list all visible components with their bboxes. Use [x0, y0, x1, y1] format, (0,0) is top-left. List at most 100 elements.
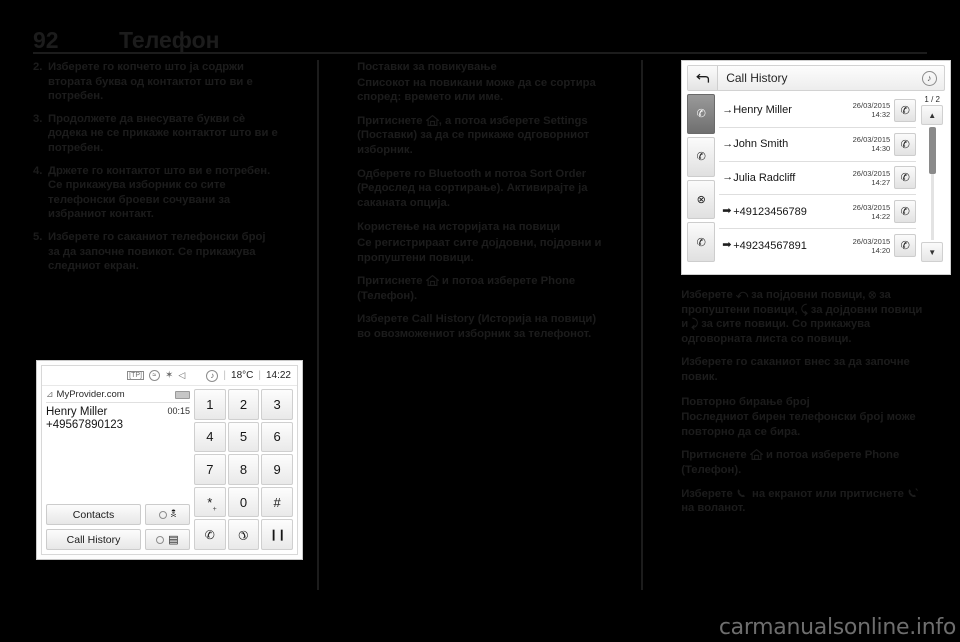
direction-arrow-icon: ➡	[722, 205, 732, 218]
page-indicator: 1 / 2	[924, 95, 940, 104]
hold-call-button[interactable]: ❙❙	[261, 519, 293, 550]
paragraph-text: Одберете го Bluetooth и потоа Sort Order…	[357, 167, 588, 209]
step-number: 2.	[33, 61, 43, 73]
bluetooth-icon: ✶	[164, 370, 174, 381]
call-screen: [TP] ≈ ✶ ◁ ♪ | 18°C | 14:22 ⊿ MyProvider…	[41, 365, 298, 555]
provider-row: ⊿ MyProvider.com	[46, 389, 190, 403]
caller-row: Henry Miller 00:15	[46, 406, 190, 418]
keypad-key-7[interactable]: 7	[194, 454, 226, 485]
keypad-key-1[interactable]: 1	[194, 389, 226, 420]
table-row[interactable]: ➡ +49234567891 26/03/2015 14:20 ✆	[719, 229, 917, 262]
keypad-key-9[interactable]: 9	[261, 454, 293, 485]
end-call-button[interactable]: ✆	[227, 519, 260, 550]
call-main: ⊿ MyProvider.com Henry Miller 00:15 +495…	[42, 386, 297, 554]
call-duration: 00:15	[167, 406, 190, 416]
call-history-row: Call History ▤	[46, 529, 190, 550]
call-history-button[interactable]: Call History	[46, 529, 141, 550]
call-entry-date: 26/03/2015	[852, 168, 891, 178]
toggle-dot-icon	[158, 510, 167, 519]
call-entry-date: 26/03/2015	[852, 135, 891, 145]
paragraph-text: Изберете го саканиот внес за да започне …	[681, 356, 910, 383]
call-entry-date: 26/03/2015	[852, 101, 891, 111]
step-text: Изберете го копчето што ја содржи вторат…	[48, 61, 253, 103]
keypad-key-hash[interactable]: #	[261, 486, 293, 518]
handset-icon	[736, 488, 749, 499]
dial-button[interactable]: ✆	[894, 234, 917, 258]
caller-number: +49567890123	[46, 419, 124, 431]
home-icon	[425, 275, 439, 287]
table-row[interactable]: → Julia Radcliff 26/03/2015 14:27 ✆	[719, 162, 917, 196]
traffic-icon: ≈	[148, 370, 160, 381]
paragraph: Се регистрираат сите дојдовни, појдовни …	[357, 236, 603, 265]
dial-button[interactable]: ✆	[894, 98, 917, 122]
dial-button[interactable]: ✆	[894, 132, 917, 156]
pause-icon: ❙❙	[268, 529, 286, 542]
paragraph: Изберете го саканиот внес за да започне …	[681, 355, 927, 384]
signal-bars-icon: ⊿	[46, 389, 54, 399]
page-number: 92	[33, 27, 59, 53]
section-heading-call-settings: Поставки за повикување	[357, 61, 497, 73]
back-button[interactable]	[688, 66, 719, 90]
call-entry-date: 26/03/2015	[852, 202, 891, 212]
paragraph-text: Притиснете	[357, 114, 426, 127]
call-entry-timestamp: 26/03/2015 14:30	[853, 135, 891, 153]
table-row[interactable]: → Henry Miller 26/03/2015 14:32 ✆	[719, 94, 917, 128]
speaker-button[interactable]: ▤	[145, 529, 190, 550]
call-entry-name: +49234567891	[733, 239, 807, 252]
direction-arrow-icon: ➡	[722, 239, 732, 252]
paragraph-with-home-icon: Притиснете и потоа изберете Phone (Телеф…	[681, 448, 927, 477]
step-number: 3.	[33, 112, 43, 125]
mic-mute-button[interactable]: 🕱	[145, 504, 190, 525]
keypad-key-star[interactable]: * +	[194, 486, 226, 518]
scroll-track[interactable]	[928, 127, 936, 240]
separator: |	[223, 370, 227, 381]
step-text: Држете го контактот што ви е потребен. С…	[48, 164, 271, 221]
tab-all-calls[interactable]: ✆	[687, 222, 716, 262]
call-history-body: ✆ ✆ ⊗ ✆ → Henry Miller 26/03/2015 14:32 …	[687, 94, 945, 262]
tab-incoming-calls[interactable]: ✆	[687, 136, 716, 177]
incoming-calls-icon: ✆	[696, 151, 706, 164]
dial-button[interactable]: ✆	[894, 166, 917, 190]
keypad-key-3[interactable]: 3	[261, 389, 293, 420]
keypad-key-5[interactable]: 5	[227, 421, 260, 453]
call-filter-tabs: ✆ ✆ ⊗ ✆	[687, 94, 716, 262]
table-row[interactable]: ➡ +49123456789 26/03/2015 14:22 ✆	[719, 195, 917, 230]
list-item: 4. Држете го контактот што ви е потребен…	[33, 164, 279, 222]
list-item: 2. Изберете го копчето што ја содржи вто…	[33, 60, 279, 104]
status-bar: [TP] ≈ ✶ ◁ ♪ | 18°C | 14:22	[42, 366, 297, 386]
music-note-icon: ♪	[206, 369, 219, 382]
list-item: 3. Продолжете да внесувате букви сѐ доде…	[33, 112, 279, 156]
tab-outgoing-calls[interactable]: ✆	[687, 94, 716, 134]
keypad-key-0[interactable]: 0	[227, 486, 260, 518]
contacts-button[interactable]: Contacts	[46, 504, 141, 525]
handset-accept-icon: ✆	[204, 527, 215, 542]
keypad-key-6[interactable]: 6	[261, 421, 293, 453]
step-text: Продолжете да внесувате букви сѐ додека …	[48, 112, 278, 154]
step-text: Изберете го саканиот телефонски број за …	[48, 230, 266, 273]
table-row[interactable]: → John Smith 26/03/2015 14:30 ✆	[719, 128, 917, 162]
paragraph-text: Притиснете	[357, 275, 426, 288]
clock-readout: 14:22	[265, 370, 291, 381]
status-right-group: ♪ | 18°C | 14:22	[206, 369, 291, 382]
scroll-up-button[interactable]: ▲	[921, 105, 944, 125]
accept-call-button[interactable]: ✆	[194, 519, 226, 550]
page-title: Телефон	[119, 27, 220, 53]
paragraph-text: Изберете	[681, 487, 736, 500]
tab-missed-calls[interactable]: ⊗	[687, 179, 716, 220]
handset-icon: ✆	[900, 172, 910, 185]
keypad-key-8[interactable]: 8	[227, 454, 260, 485]
footer-watermark: carmanualsonline.info	[718, 615, 956, 640]
scroll-down-button[interactable]: ▼	[921, 242, 944, 262]
paragraph: Изберете ⤺ за појдовни повици, ⊗ за проп…	[681, 288, 927, 346]
header-divider	[33, 52, 927, 54]
keypad-key-4[interactable]: 4	[194, 421, 226, 453]
keypad-key-2[interactable]: 2	[227, 389, 260, 420]
dial-button[interactable]: ✆	[894, 200, 917, 224]
mic-mute-icon: 🕱	[170, 508, 177, 520]
call-entry-time: 14:32	[871, 110, 891, 120]
scrollbar[interactable]: 1 / 2 ▲ ▼	[919, 94, 945, 262]
paragraph-text: Притиснете	[681, 449, 750, 462]
scroll-thumb[interactable]	[928, 127, 936, 175]
provider-name: MyProvider.com	[56, 389, 125, 400]
music-note-button[interactable]: ♪	[914, 70, 944, 86]
